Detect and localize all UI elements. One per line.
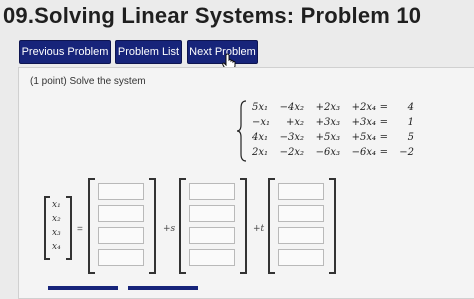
linear-system: 5x₁ −4x₂ +2x₃ +2x₄ = 4 −x₁ +x₂ +3x₃ +3x₄… <box>236 100 426 162</box>
t-vector-x1-input[interactable] <box>278 183 324 200</box>
equation-term: +3x₃ <box>315 117 340 128</box>
left-bracket <box>179 178 186 274</box>
s-vector-x1-input[interactable] <box>189 183 235 200</box>
variable-label: x₃ <box>52 228 61 238</box>
particular-x2-input[interactable] <box>98 205 144 222</box>
t-vector-x3-input[interactable] <box>278 227 324 244</box>
equation-term: −2x₂ <box>279 147 304 158</box>
coefficient-t: +t <box>253 224 265 234</box>
variable-label: x₁ <box>52 200 61 210</box>
vector-equals-sign: = <box>77 224 83 235</box>
variable-vector: x₁ x₂ x₃ x₄ <box>44 196 72 260</box>
equation-term: −3x₂ <box>279 132 304 143</box>
right-bracket <box>149 178 156 274</box>
left-bracket <box>44 196 50 260</box>
equation-term: +x₂ <box>285 117 304 128</box>
equation-term: +5x₃ <box>315 132 340 143</box>
right-bracket <box>329 178 336 274</box>
s-direction-vector <box>179 178 247 274</box>
t-direction-vector <box>268 178 336 274</box>
equation-term: 4x₁ <box>252 132 269 143</box>
equation-term: −6x₃ <box>315 147 340 158</box>
particular-x3-input[interactable] <box>98 227 144 244</box>
equation-rhs: 1 <box>407 117 414 128</box>
equation-equals: = <box>379 102 388 113</box>
equation-term: +5x₄ <box>351 132 376 143</box>
s-vector-x4-input[interactable] <box>189 249 235 266</box>
equation-rhs: 4 <box>407 102 414 113</box>
bottom-button-edge[interactable] <box>128 286 198 290</box>
left-brace-icon <box>236 100 247 162</box>
problem-list-button[interactable]: Problem List <box>115 40 182 64</box>
left-bracket <box>268 178 275 274</box>
s-vector-x2-input[interactable] <box>189 205 235 222</box>
equation-rhs: 5 <box>407 132 414 143</box>
problem-prompt: (1 point) Solve the system <box>30 76 146 87</box>
equation-equals: = <box>379 117 388 128</box>
equation-term: −4x₂ <box>279 102 304 113</box>
equation-rhs: −2 <box>399 147 414 158</box>
equation-equals: = <box>379 147 388 158</box>
equation-term: +2x₄ <box>351 102 376 113</box>
page-title: 09.Solving Linear Systems: Problem 10 <box>3 3 422 28</box>
variable-label: x₂ <box>52 214 61 224</box>
equation-term: −6x₄ <box>351 147 376 158</box>
s-vector-x3-input[interactable] <box>189 227 235 244</box>
equation-term: 2x₁ <box>252 147 269 158</box>
particular-x4-input[interactable] <box>98 249 144 266</box>
right-bracket <box>66 196 72 260</box>
equation-term: 5x₁ <box>252 102 269 113</box>
particular-x1-input[interactable] <box>98 183 144 200</box>
equation-equals: = <box>379 132 388 143</box>
equation-term: −x₁ <box>252 117 271 128</box>
bottom-button-edge[interactable] <box>48 286 118 290</box>
t-vector-x4-input[interactable] <box>278 249 324 266</box>
coefficient-s: +s <box>163 224 176 234</box>
equation-term: +2x₃ <box>315 102 340 113</box>
left-bracket <box>88 178 95 274</box>
previous-problem-button[interactable]: Previous Problem <box>19 40 111 64</box>
variable-label: x₄ <box>52 242 61 252</box>
particular-solution-vector <box>88 178 156 274</box>
equation-term: +3x₄ <box>351 117 376 128</box>
t-vector-x2-input[interactable] <box>278 205 324 222</box>
right-bracket <box>240 178 247 274</box>
